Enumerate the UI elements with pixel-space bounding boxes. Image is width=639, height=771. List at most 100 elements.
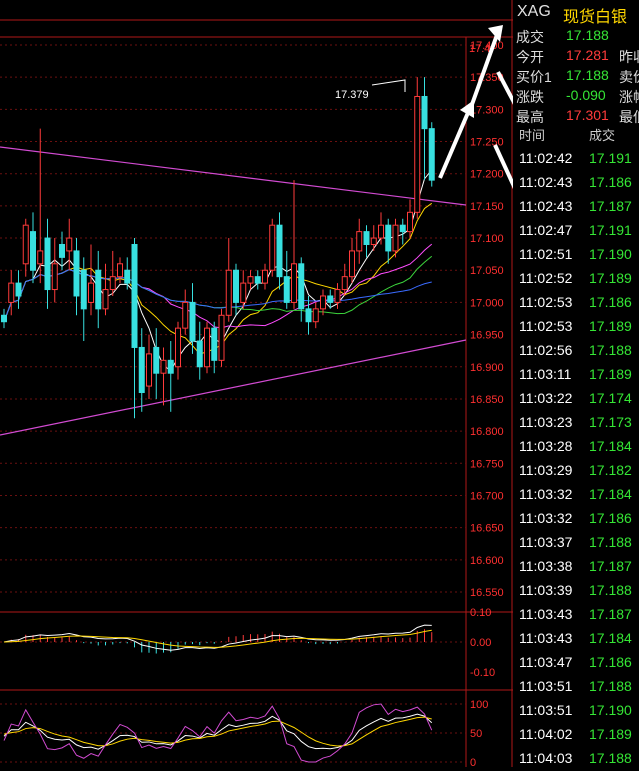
candle-body	[428, 128, 435, 181]
candle-body	[320, 295, 326, 310]
tick-price: 17.174	[589, 390, 632, 406]
tick-row[interactable]: 11:03:32 17.184	[513, 483, 639, 507]
tick-time: 11:04:02	[519, 726, 573, 742]
candle-body	[421, 95, 428, 130]
tick-time: 11:02:52	[519, 270, 573, 286]
tick-price: 17.188	[589, 582, 632, 598]
tick-row[interactable]: 11:02:56 17.188	[513, 339, 639, 363]
tick-time: 11:04:03	[519, 750, 573, 766]
quote-extra-label: 昨收	[619, 49, 639, 65]
tick-row[interactable]: 11:02:43 17.186	[513, 171, 639, 195]
quote-value: 17.188	[566, 27, 609, 43]
quote-panel: XAG 现货白银 成交 17.188 今开 17.281 昨收买价1 17.188 卖价涨跌…	[513, 0, 639, 767]
tick-time: 11:02:51	[519, 246, 573, 262]
quote-extra-label: 涨幅	[619, 89, 639, 105]
macd-axis-label: 0.10	[470, 607, 491, 619]
candle-body	[254, 276, 261, 284]
quote-header: XAG 现货白银	[513, 0, 639, 26]
tick-row[interactable]: 11:03:43 17.187	[513, 603, 639, 627]
tick-row[interactable]: 11:03:32 17.186	[513, 507, 639, 531]
tick-row[interactable]: 11:03:37 17.188	[513, 531, 639, 555]
tick-price: 17.186	[589, 654, 632, 670]
tick-row[interactable]: 11:02:43 17.187	[513, 195, 639, 219]
tick-row[interactable]: 11:03:43 17.184	[513, 627, 639, 651]
price-axis-label: 16.750	[470, 458, 504, 470]
candle-body	[1, 314, 7, 323]
price-axis-label: 17.150	[470, 201, 504, 213]
tick-price: 17.191	[589, 222, 632, 238]
tick-row[interactable]: 11:02:52 17.189	[513, 267, 639, 291]
price-axis-label: 16.550	[470, 587, 504, 599]
tick-row[interactable]: 11:03:51 17.190	[513, 699, 639, 723]
tick-row[interactable]: 11:03:47 17.186	[513, 651, 639, 675]
candle-body	[378, 224, 384, 239]
top-axis-label: 17.4	[469, 43, 490, 55]
candle-body	[146, 353, 152, 387]
candle-body	[59, 243, 65, 258]
candle-body	[349, 250, 355, 278]
tick-row[interactable]: 11:03:23 17.173	[513, 411, 639, 435]
tick-row[interactable]: 11:03:29 17.182	[513, 459, 639, 483]
candle-body	[30, 231, 36, 271]
tick-row[interactable]: 11:02:53 17.186	[513, 291, 639, 315]
candle-body	[160, 359, 167, 374]
tick-row[interactable]: 11:03:28 17.184	[513, 435, 639, 459]
tick-row[interactable]: 11:02:47 17.191	[513, 219, 639, 243]
macd-panel: 0.10 0.00 -0.10	[0, 607, 495, 679]
candle-body	[218, 314, 225, 361]
macd-dea-line	[3, 629, 432, 648]
candle-body	[88, 282, 94, 303]
quote-value: 17.301	[566, 107, 609, 123]
kdj-axis-label: 0	[470, 757, 476, 767]
tick-time: 11:02:42	[519, 150, 573, 166]
tick-price: 17.187	[589, 558, 632, 574]
candle-body	[392, 224, 399, 252]
tick-row[interactable]: 11:03:22 17.174	[513, 387, 639, 411]
tick-price: 17.184	[589, 630, 632, 646]
tick-price: 17.189	[589, 726, 632, 742]
tick-time: 11:03:32	[519, 510, 573, 526]
tick-row[interactable]: 11:03:51 17.188	[513, 675, 639, 699]
kline-chart[interactable]: 17.40017.35017.30017.25017.20017.15017.1…	[0, 0, 513, 767]
quote-row: 今开 17.281 昨收	[513, 46, 639, 66]
candle-body	[102, 289, 109, 310]
candle-body	[305, 308, 312, 323]
tick-row[interactable]: 11:02:51 17.190	[513, 243, 639, 267]
macd-axis-label: -0.10	[470, 667, 495, 679]
tick-price: 17.184	[589, 438, 632, 454]
tick-row[interactable]: 11:03:39 17.188	[513, 579, 639, 603]
tick-time: 11:03:28	[519, 438, 573, 454]
tick-row[interactable]: 11:02:42 17.191	[513, 147, 639, 171]
candle-body	[269, 224, 276, 271]
price-axis-label: 17.100	[470, 233, 504, 245]
ma30-line	[3, 255, 433, 322]
price-axis-label: 17.050	[470, 265, 504, 277]
tick-time: 11:02:53	[519, 318, 573, 334]
candle-body	[22, 224, 29, 265]
kdj-d-line	[3, 716, 432, 747]
quote-value: 17.281	[566, 47, 609, 63]
price-axis-label: 17.300	[470, 104, 504, 116]
tick-row[interactable]: 11:04:02 17.189	[513, 723, 639, 747]
arrow-down-2-icon	[493, 144, 513, 189]
candle-body	[211, 327, 218, 361]
candle-body	[73, 250, 80, 297]
tick-time: 11:03:11	[519, 366, 572, 382]
candle-body	[44, 237, 51, 291]
annotations: 17.379 17.4	[335, 43, 490, 101]
tick-row[interactable]: 11:02:53 17.189	[513, 315, 639, 339]
tick-price: 17.186	[589, 510, 632, 526]
quote-extra-label: 卖价	[619, 69, 639, 85]
price-axis-label: 16.950	[470, 330, 504, 342]
candle-body	[363, 231, 370, 245]
candle-body	[109, 276, 116, 291]
tick-row[interactable]: 11:03:11 17.189	[513, 363, 639, 387]
tick-row[interactable]: 11:03:38 17.187	[513, 555, 639, 579]
tick-time: 11:03:43	[519, 606, 573, 622]
tick-price: 17.188	[589, 342, 632, 358]
tick-time: 11:03:43	[519, 630, 573, 646]
tick-row[interactable]: 11:04:03 17.188	[513, 747, 639, 771]
candle-body	[240, 282, 247, 303]
tick-price: 17.188	[589, 678, 632, 694]
price-axis-label: 17.250	[470, 137, 504, 149]
